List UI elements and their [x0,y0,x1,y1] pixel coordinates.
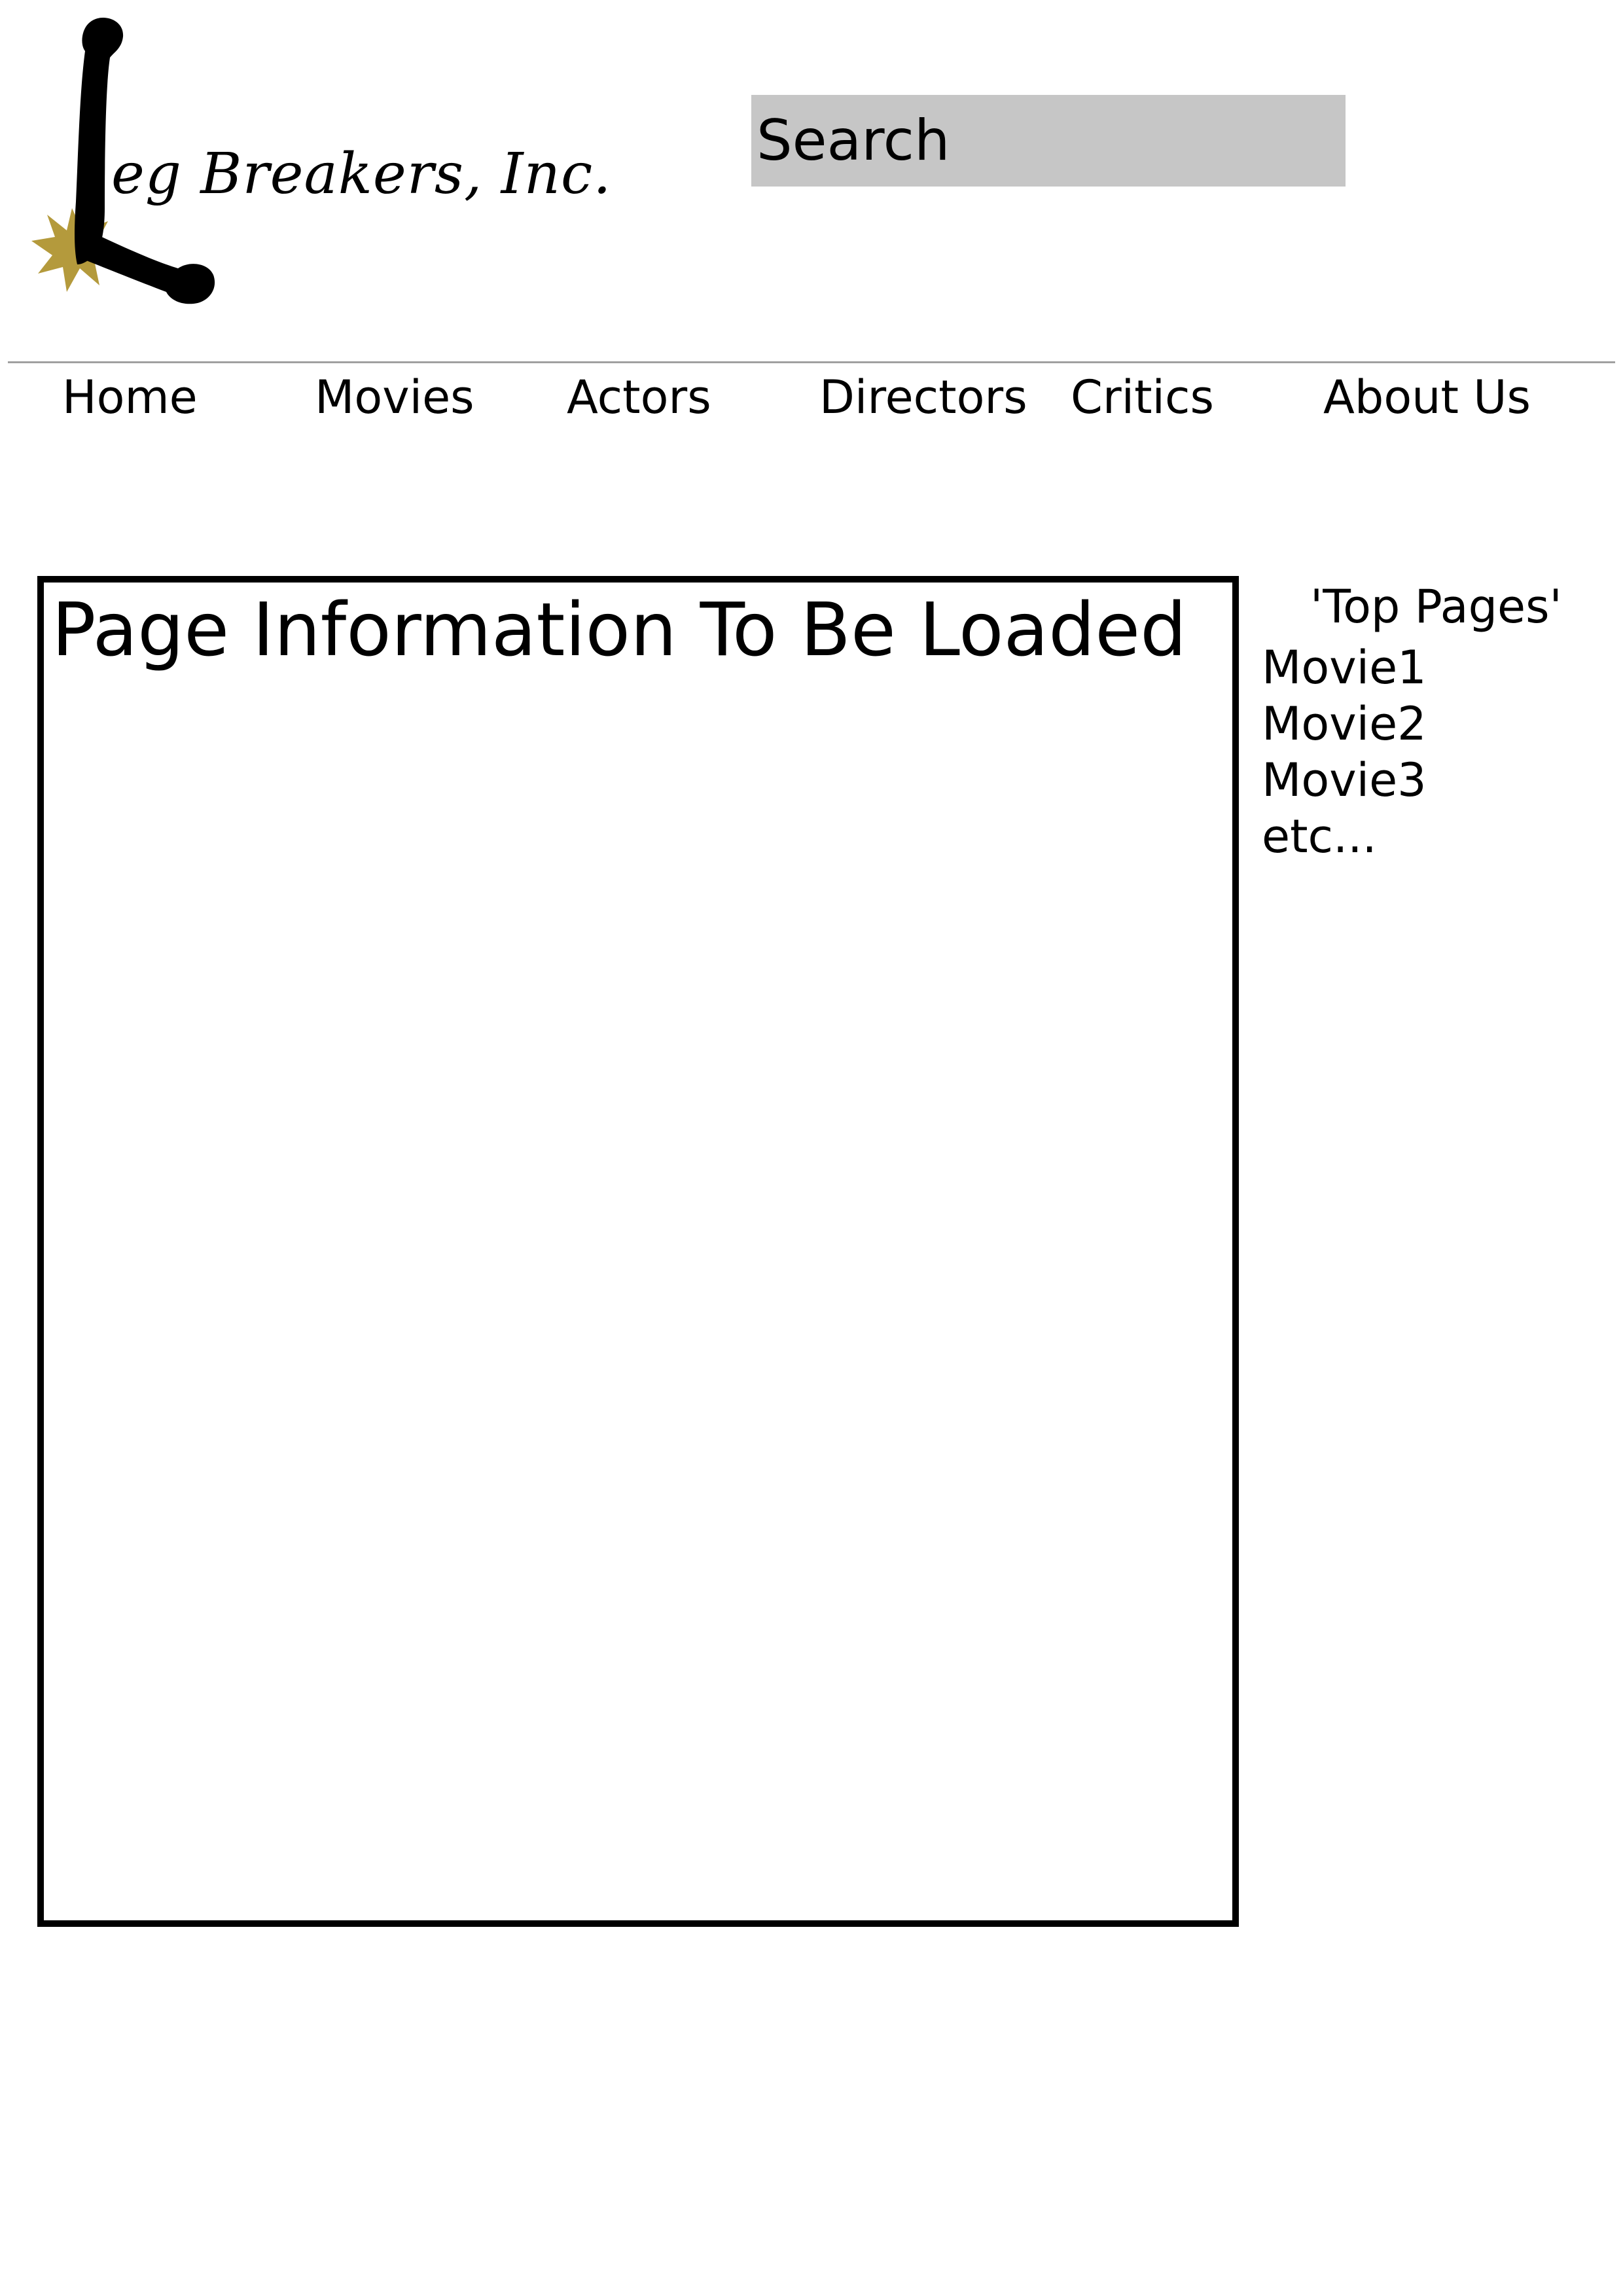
top-pages-list: Movie1 Movie2 Movie3 etc... [1262,639,1615,865]
search-box [751,95,1346,187]
sidebar-item-etc[interactable]: etc... [1262,808,1615,865]
site-logo[interactable]: eg Breakers, Inc. [14,12,611,319]
nav-item-about-us[interactable]: About Us [1323,370,1531,425]
nav-item-critics[interactable]: Critics [1071,370,1214,425]
nav-item-home[interactable]: Home [62,370,198,425]
search-input[interactable] [757,95,1346,187]
top-pages-sidebar: 'Top Pages' Movie1 Movie2 Movie3 etc... [1262,579,1615,865]
page-title: Page Information To Be Loaded [52,588,1187,673]
nav-item-movies[interactable]: Movies [315,370,474,425]
sidebar-item-movie3[interactable]: Movie3 [1262,752,1615,808]
nav-item-directors[interactable]: Directors [819,370,1027,425]
sidebar-item-movie2[interactable]: Movie2 [1262,696,1615,752]
content-frame: Page Information To Be Loaded [37,576,1239,1927]
logo-text: eg Breakers, Inc. [111,141,612,207]
sidebar-item-movie1[interactable]: Movie1 [1262,639,1615,696]
sidebar-title: 'Top Pages' [1310,580,1562,634]
nav-item-actors[interactable]: Actors [567,370,711,425]
nav-divider [8,361,1615,363]
